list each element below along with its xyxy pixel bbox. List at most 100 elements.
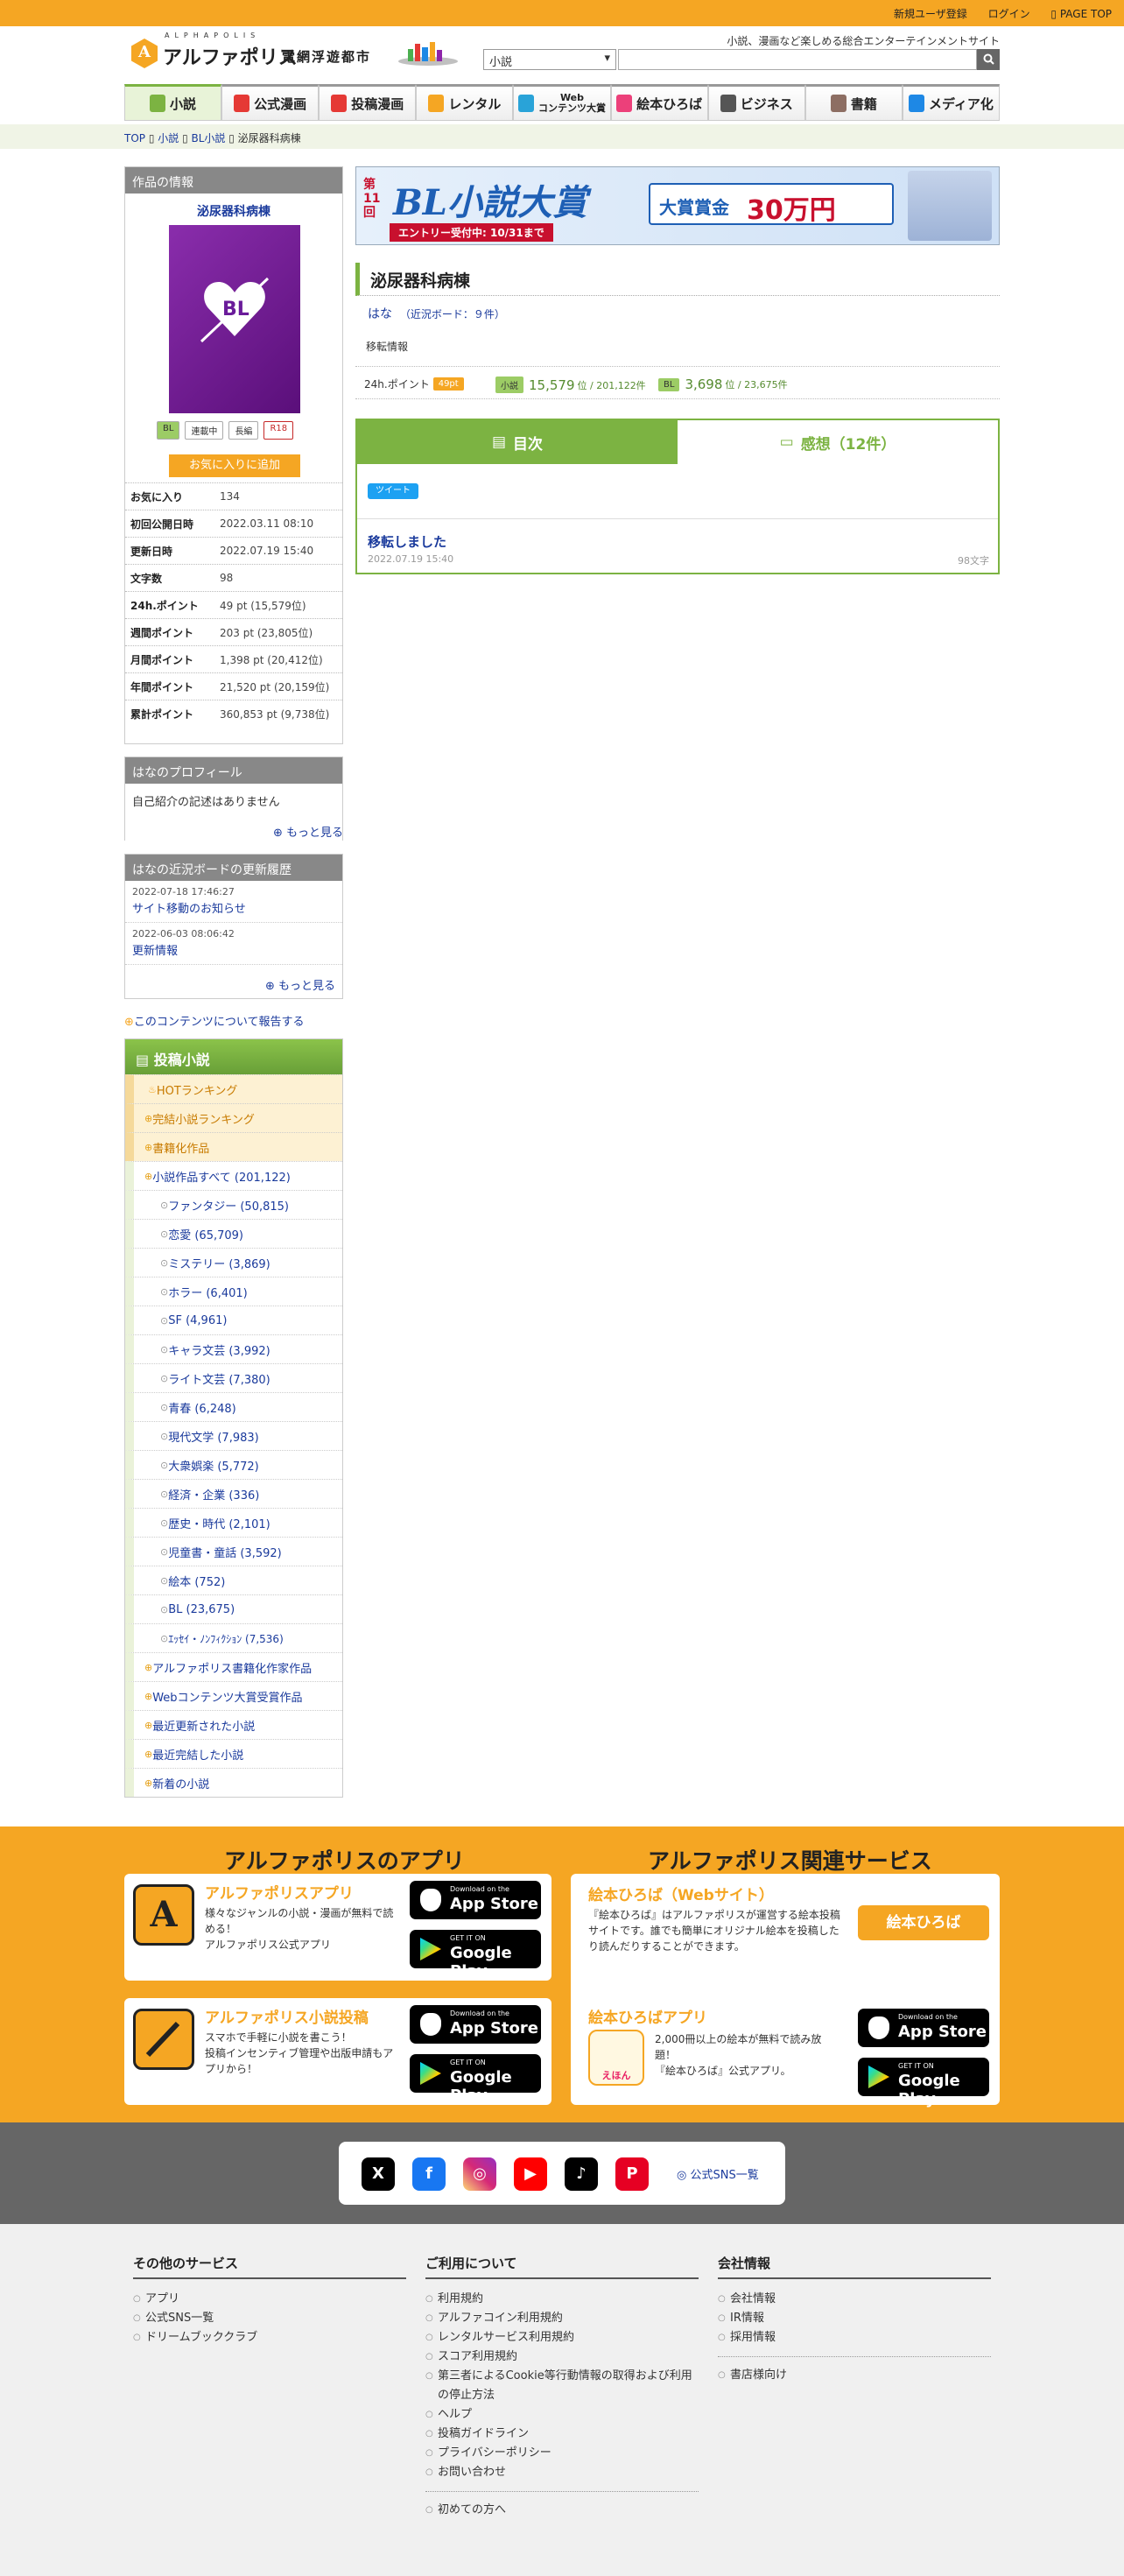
app2-appstore-button[interactable]: Download on the App Store xyxy=(410,2005,541,2044)
breadcrumb-item[interactable]: BL小説 xyxy=(192,132,226,144)
nav-item-8[interactable]: メディア化 xyxy=(902,84,1000,121)
site-logo[interactable]: ALPHAPOLIS アルファポリス 電網浮遊都市 xyxy=(131,32,464,72)
ehon-appstore-button[interactable]: Download on the App Store xyxy=(858,2009,989,2047)
footer-link[interactable]: 利用規約 xyxy=(425,2290,699,2309)
footer-link[interactable]: ドリームブッククラブ xyxy=(133,2328,406,2347)
cover-image[interactable]: BL xyxy=(169,225,300,413)
bl-award-banner[interactable]: 第11回 BL小説大賞 エントリー受付中: 10/31まで 大賞賞金 30万円 xyxy=(355,166,1000,245)
ehon-title[interactable]: 絵本ひろば（Webサイト） xyxy=(588,1883,774,1904)
nav-item-5[interactable]: 絵本ひろば xyxy=(610,84,708,121)
breadcrumb-item[interactable]: 小説 xyxy=(158,132,179,144)
app1-googleplay-button[interactable]: GET IT ON Google Play xyxy=(410,1930,541,1981)
side-nav-item[interactable]: ⊙ ホラー (6,401) xyxy=(125,1277,342,1306)
sns-list-link[interactable]: ◎ 公式SNS一覧 xyxy=(677,2165,759,2182)
board-title[interactable]: 更新情報 xyxy=(132,941,335,958)
footer-link[interactable]: プライバシーポリシー xyxy=(425,2444,699,2463)
footer-link[interactable]: 会社情報 xyxy=(718,2290,991,2309)
pinterest-icon[interactable]: P xyxy=(615,2157,649,2191)
board-item[interactable]: 2022-06-03 08:06:42 更新情報 xyxy=(125,923,342,965)
nav-item-0[interactable]: 小説 xyxy=(124,84,222,121)
footer-link[interactable]: 書店様向け xyxy=(718,2366,991,2385)
board-item[interactable]: 2022-07-18 17:46:27 サイト移動のお知らせ xyxy=(125,881,342,923)
work-info-title[interactable]: 泌尿器科病棟 xyxy=(125,202,342,220)
side-nav-item[interactable]: ⊙ ミステリー (3,869) xyxy=(125,1248,342,1277)
footer-link[interactable]: 初めての方へ xyxy=(425,2501,699,2520)
ehon-googleplay-button[interactable]: GET IT ON Google Play xyxy=(858,2058,989,2108)
nav-item-2[interactable]: 投稿漫画 xyxy=(319,84,417,121)
facebook-icon[interactable]: f xyxy=(412,2157,446,2191)
side-nav-item[interactable]: ⊕ 小説作品すべて (201,122) xyxy=(125,1161,342,1190)
register-link[interactable]: 新規ユーザ登録 xyxy=(894,8,967,20)
side-nav-item[interactable]: ⊙ ライト文芸 (7,380) xyxy=(125,1363,342,1392)
tiktok-icon[interactable]: ♪ xyxy=(565,2157,598,2191)
side-nav-item[interactable]: ⊙ BL (23,675) xyxy=(125,1594,342,1623)
work-author[interactable]: はな （近況ボード：９件） xyxy=(368,305,505,322)
youtube-icon[interactable]: ▶ xyxy=(514,2157,547,2191)
side-nav-item[interactable]: ⊙ 歴史・時代 (2,101) xyxy=(125,1508,342,1537)
tab-toc[interactable]: ▤ 目次 xyxy=(357,420,678,464)
board-more-link[interactable]: ⊕ もっと見る xyxy=(265,976,335,993)
footer-link[interactable]: レンタルサービス利用規約 xyxy=(425,2328,699,2347)
login-link[interactable]: ログイン xyxy=(988,8,1030,20)
app2-title[interactable]: アルファポリス小説投稿 xyxy=(205,2005,369,2027)
footer-link[interactable]: 採用情報 xyxy=(718,2328,991,2347)
side-nav-item[interactable]: ⊙ SF (4,961) xyxy=(125,1306,342,1334)
stat-row: 週間ポイント 203 pt (23,805位) xyxy=(125,618,342,645)
side-nav-item[interactable]: ⊙ キャラ文芸 (3,992) xyxy=(125,1334,342,1363)
nav-item-3[interactable]: レンタル xyxy=(416,84,514,121)
side-nav-item[interactable]: ⊙ 児童書・童話 (3,592) xyxy=(125,1537,342,1566)
footer-link[interactable]: IR情報 xyxy=(718,2309,991,2328)
side-nav-item[interactable]: ⊙ ファンタジー (50,815) xyxy=(125,1190,342,1219)
logo-icon xyxy=(131,39,158,68)
author-name[interactable]: はな xyxy=(368,307,392,321)
footer-link[interactable]: お問い合わせ xyxy=(425,2463,699,2482)
footer-link[interactable]: 投稿ガイドライン xyxy=(425,2425,699,2444)
app1-title[interactable]: アルファポリスアプリ xyxy=(205,1881,354,1903)
footer-link[interactable]: スコア利用規約 xyxy=(425,2347,699,2367)
side-nav-item[interactable]: ⊙ 絵本 (752) xyxy=(125,1566,342,1594)
nav-item-1[interactable]: 公式漫画 xyxy=(221,84,320,121)
author-board-count[interactable]: （近況ボード：９件） xyxy=(400,308,505,320)
side-nav-item[interactable]: ⊙ 恋愛 (65,709) xyxy=(125,1219,342,1248)
search-input[interactable] xyxy=(618,49,977,70)
tweet-button[interactable]: ツイート xyxy=(368,483,418,499)
app1-appstore-button[interactable]: Download on the App Store xyxy=(410,1881,541,1919)
footer-link[interactable]: アルファコイン利用規約 xyxy=(425,2309,699,2328)
instagram-icon[interactable]: ◎ xyxy=(463,2157,496,2191)
breadcrumb-item[interactable]: TOP xyxy=(124,132,145,144)
side-nav-item[interactable]: ⊙ ｴｯｾｲ・ﾉﾝﾌｨｸｼｮﾝ (7,536) xyxy=(125,1623,342,1652)
side-nav-item[interactable]: ⊕ 完結小説ランキング xyxy=(125,1103,342,1132)
ehonapp-title[interactable]: 絵本ひろばアプリ xyxy=(588,2005,707,2027)
side-nav-item[interactable]: ⊕ Webコンテンツ大賞受賞作品 xyxy=(125,1681,342,1710)
report-link[interactable]: ⊕このコンテンツについて報告する xyxy=(124,1012,305,1029)
side-nav-item[interactable]: ⊕ 最近更新された小説 xyxy=(125,1710,342,1739)
nav-item-4[interactable]: Web コンテンツ大賞 xyxy=(513,84,611,121)
nav-item-7[interactable]: 書籍 xyxy=(804,84,903,121)
side-nav-item[interactable]: ♨ HOTランキング xyxy=(125,1074,342,1103)
chapter-link[interactable]: 移転しました xyxy=(368,532,446,551)
add-favorite-button[interactable]: お気に入りに追加 xyxy=(169,454,300,477)
x-icon[interactable]: X xyxy=(362,2157,395,2191)
footer-link[interactable]: 公式SNS一覧 xyxy=(133,2309,406,2328)
ehon-button[interactable]: 絵本ひろば xyxy=(858,1905,989,1940)
board-title[interactable]: サイト移動のお知らせ xyxy=(132,899,335,916)
nav-item-6[interactable]: ビジネス xyxy=(707,84,805,121)
footer-link[interactable]: アプリ xyxy=(133,2290,406,2309)
side-nav-item[interactable]: ⊙ 青春 (6,248) xyxy=(125,1392,342,1421)
side-nav-item[interactable]: ⊙ 大衆娯楽 (5,772) xyxy=(125,1450,342,1479)
footer-link[interactable]: ヘルプ xyxy=(425,2405,699,2425)
footer-link[interactable]: 第三者によるCookie等行動情報の取得および利用の停止方法 xyxy=(425,2367,699,2405)
side-nav-item[interactable]: ⊙ 経済・企業 (336) xyxy=(125,1479,342,1508)
search-category-select[interactable]: 小説 xyxy=(483,49,616,70)
bl-rank: 3,698 xyxy=(685,377,723,392)
side-nav-item[interactable]: ⊕ 書籍化作品 xyxy=(125,1132,342,1161)
side-nav-item[interactable]: ⊕ アルファポリス書籍化作家作品 xyxy=(125,1652,342,1681)
side-nav-item[interactable]: ⊕ 新着の小説 xyxy=(125,1768,342,1797)
side-nav-item[interactable]: ⊙ 現代文学 (7,983) xyxy=(125,1421,342,1450)
profile-more-link[interactable]: ⊕ もっと見る xyxy=(263,823,343,840)
pagetop-link[interactable]: ▯ PAGE TOP xyxy=(1050,8,1112,20)
app2-googleplay-button[interactable]: GET IT ON Google Play xyxy=(410,2054,541,2105)
side-nav-item[interactable]: ⊕ 最近完結した小説 xyxy=(125,1739,342,1768)
search-button[interactable] xyxy=(977,49,1000,70)
tab-reviews[interactable]: ▭ 感想（12件） xyxy=(678,420,998,464)
